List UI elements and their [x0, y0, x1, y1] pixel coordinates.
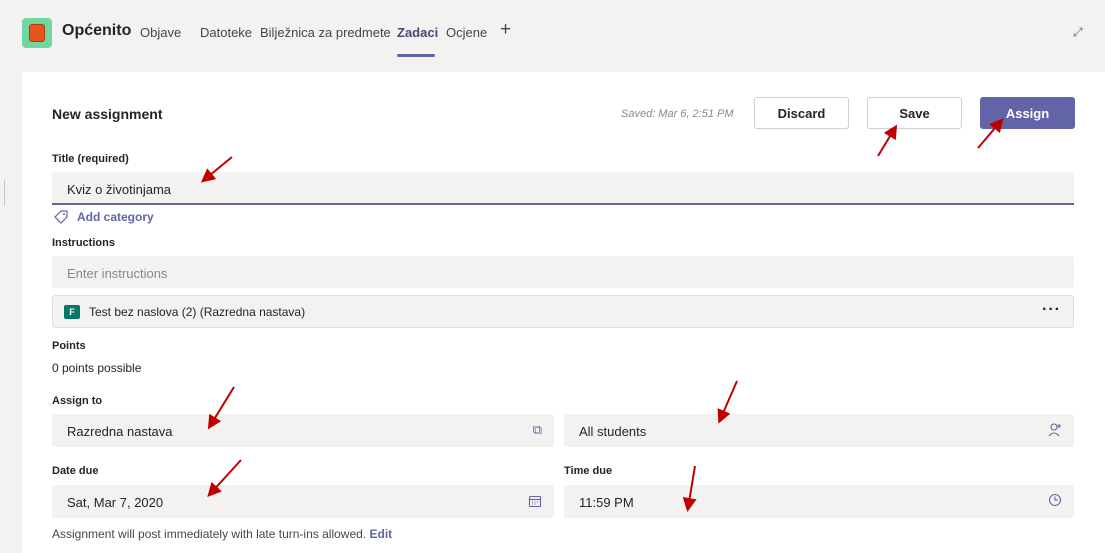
active-tab-indicator: [397, 54, 435, 57]
assign-to-value: Razredna nastava: [67, 424, 173, 439]
divider: [4, 180, 5, 206]
add-category-link[interactable]: Add category: [54, 210, 154, 224]
date-due-label: Date due: [52, 465, 99, 477]
time-due-label: Time due: [564, 465, 613, 477]
tab-ocjene[interactable]: Ocjene: [446, 25, 487, 40]
tab-zadaci[interactable]: Zadaci: [397, 25, 438, 40]
assignment-panel: New assignment Saved: Mar 6, 2:51 PM Dis…: [22, 72, 1105, 553]
add-category-label: Add category: [77, 210, 154, 224]
tab-objave[interactable]: Objave: [140, 25, 181, 40]
title-value: Kviz o životinjama: [67, 182, 172, 197]
channel-header: Općenito Objave Datoteke Bilježnica za p…: [0, 0, 1105, 62]
time-due-picker[interactable]: 11:59 PM: [564, 485, 1074, 518]
time-due-value: 11:59 PM: [579, 495, 634, 510]
footer-note-text: Assignment will post immediately with la…: [52, 527, 367, 541]
title-input[interactable]: Kviz o životinjama: [52, 172, 1074, 205]
edit-link[interactable]: Edit: [369, 527, 392, 541]
assign-to-label: Assign to: [52, 395, 103, 407]
more-icon[interactable]: ⋮: [1101, 24, 1105, 38]
add-tab-icon[interactable]: +: [500, 19, 511, 41]
footer-note: Assignment will post immediately with la…: [52, 527, 392, 541]
forms-icon: F: [64, 305, 84, 319]
tag-icon: [54, 210, 68, 224]
tab-biljeznica[interactable]: Bilježnica za predmete: [260, 25, 391, 40]
more-icon[interactable]: ···: [1042, 301, 1061, 319]
points-value: 0 points possible: [52, 361, 142, 375]
class-icon: ⧉: [532, 422, 542, 437]
assign-to-select[interactable]: Razredna nastava ⧉: [52, 414, 554, 447]
instructions-placeholder: Enter instructions: [67, 266, 168, 281]
students-select[interactable]: All students: [564, 414, 1074, 447]
discard-button[interactable]: Discard: [754, 97, 849, 129]
channel-name: Općenito: [62, 22, 132, 39]
attachment-name: Test bez naslova (2) (Razredna nastava): [89, 305, 306, 319]
save-button[interactable]: Save: [867, 97, 962, 129]
title-label: Title (required): [52, 153, 129, 165]
date-due-value: Sat, Mar 7, 2020: [67, 495, 164, 510]
team-icon[interactable]: [22, 18, 52, 48]
tab-datoteke[interactable]: Datoteke: [200, 25, 252, 40]
saved-status: Saved: Mar 6, 2:51 PM: [621, 108, 734, 120]
instructions-input[interactable]: Enter instructions: [52, 256, 1074, 288]
students-value: All students: [579, 424, 647, 439]
calendar-icon: [528, 495, 542, 508]
assign-button[interactable]: Assign: [980, 97, 1075, 129]
page-title: New assignment: [52, 106, 163, 122]
points-label: Points: [52, 340, 86, 352]
instructions-label: Instructions: [52, 237, 115, 249]
expand-icon[interactable]: ⤢: [1073, 25, 1083, 40]
add-student-icon: [1048, 423, 1061, 437]
clock-icon: [1048, 493, 1062, 507]
attachment-item[interactable]: F Test bez naslova (2) (Razredna nastava…: [52, 295, 1074, 328]
date-due-picker[interactable]: Sat, Mar 7, 2020: [52, 485, 554, 518]
